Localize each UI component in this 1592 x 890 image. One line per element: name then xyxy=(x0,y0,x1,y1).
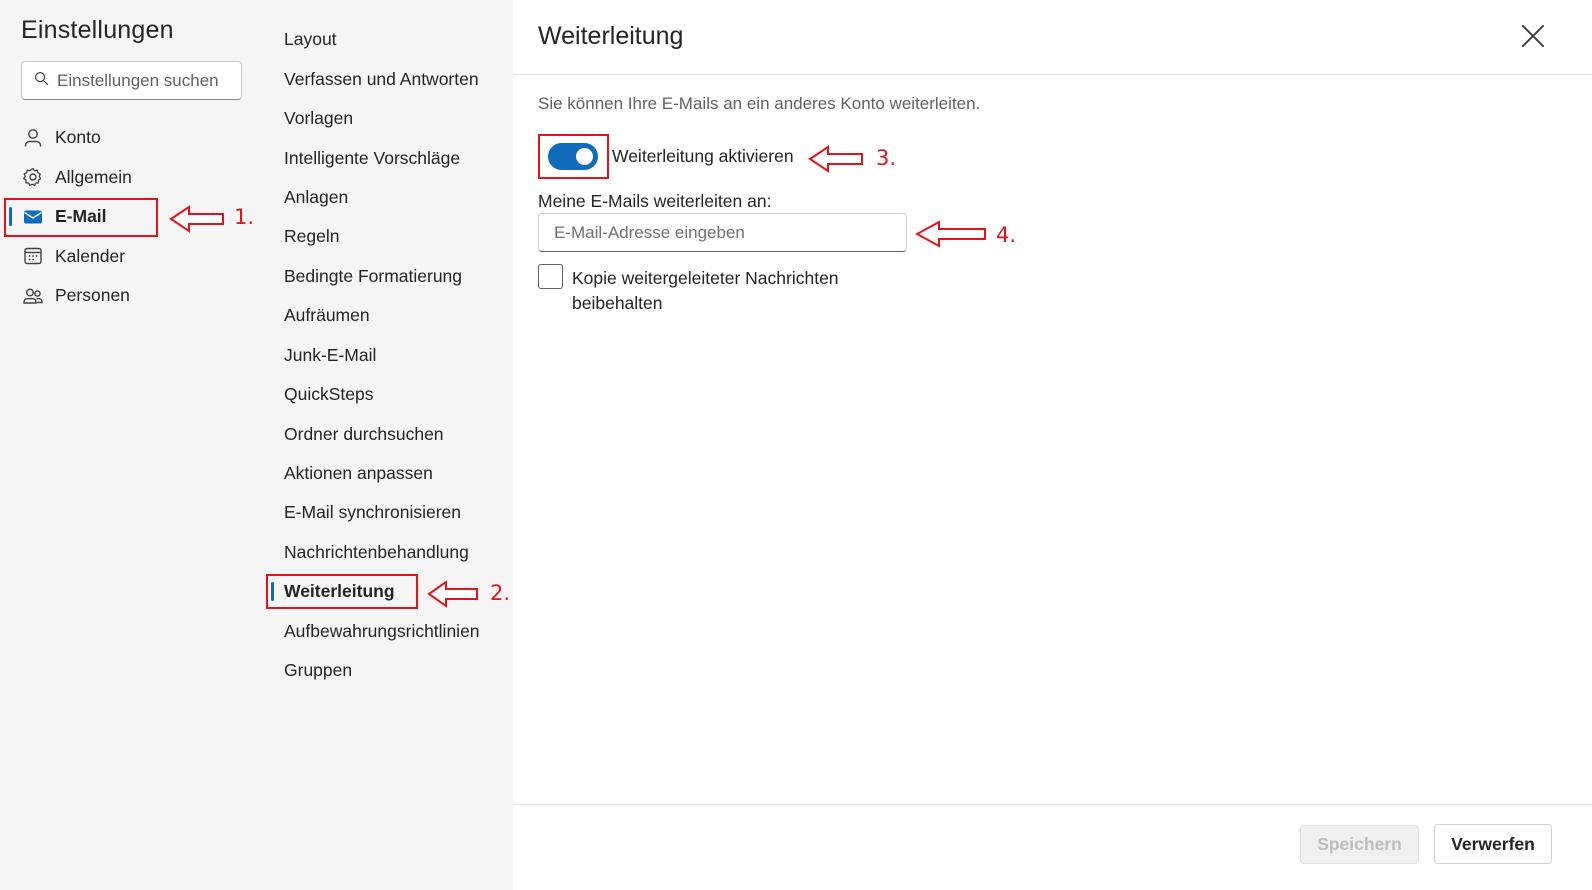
subnav-item-label: Aufräumen xyxy=(284,305,370,326)
gear-icon xyxy=(22,166,44,188)
subnav-item-sync-email[interactable]: E-Mail synchronisieren xyxy=(267,493,513,532)
toggle-knob xyxy=(576,148,593,165)
subnav-item-label: Layout xyxy=(284,29,337,50)
sidebar-item-konto[interactable]: Konto xyxy=(0,118,267,158)
subnav-item-layout[interactable]: Layout xyxy=(267,20,513,59)
sidebar-item-label: Konto xyxy=(55,127,101,148)
sidebar-item-label: Kalender xyxy=(55,245,126,266)
subnav-item-label: Aktionen anpassen xyxy=(284,463,433,484)
subnav-item-label: Gruppen xyxy=(284,660,353,681)
subnav-item-label: Junk-E-Mail xyxy=(284,344,377,365)
subnav-item-label: Verfassen und Antworten xyxy=(284,68,479,89)
selection-indicator xyxy=(9,207,12,226)
subnav-item-label: Vorlagen xyxy=(284,108,354,129)
keep-copy-label: Kopie weitergeleiteter Nachrichten beibe… xyxy=(572,268,839,313)
subnav-item-rules[interactable]: Regeln xyxy=(267,217,513,256)
close-icon xyxy=(1519,25,1547,54)
sidebar-item-personen[interactable]: Personen xyxy=(0,276,267,316)
subnav-item-label: Weiterleitung xyxy=(284,581,395,602)
sidebar-item-kalender[interactable]: Kalender xyxy=(0,237,267,277)
save-button[interactable]: Speichern xyxy=(1300,825,1419,864)
page-title: Weiterleitung xyxy=(538,22,684,50)
enable-forwarding-label: Weiterleitung aktivieren xyxy=(612,146,794,166)
subnav-item-label: Ordner durchsuchen xyxy=(284,423,444,444)
subnav-item-conditional-formatting[interactable]: Bedingte Formatierung xyxy=(267,257,513,296)
mail-settings-subnav: Layout Verfassen und Antworten Vorlagen … xyxy=(267,0,513,890)
subnav-item-customize-actions[interactable]: Aktionen anpassen xyxy=(267,454,513,493)
subnav-item-message-handling[interactable]: Nachrichtenbehandlung xyxy=(267,533,513,572)
sidebar-item-email[interactable]: E-Mail xyxy=(0,197,267,237)
subnav-item-label: Bedingte Formatierung xyxy=(284,265,463,286)
subnav-item-search-folders[interactable]: Ordner durchsuchen xyxy=(267,414,513,453)
close-button[interactable] xyxy=(1519,22,1547,50)
subnav-item-label: Aufbewahrungsrichtlinien xyxy=(284,620,480,641)
discard-button[interactable]: Verwerfen xyxy=(1434,824,1552,864)
forwarding-settings-panel: Weiterleitung Sie können Ihre E-Mails an… xyxy=(513,0,1592,890)
subnav-item-smart-suggestions[interactable]: Intelligente Vorschläge xyxy=(267,138,513,177)
subnav-item-label: QuickSteps xyxy=(284,384,374,405)
enable-forwarding-toggle[interactable] xyxy=(548,143,598,170)
header-divider xyxy=(513,74,1592,75)
subnav-item-attachments[interactable]: Anlagen xyxy=(267,178,513,217)
mail-icon xyxy=(22,206,44,228)
settings-search-box[interactable] xyxy=(21,61,242,100)
subnav-item-label: Anlagen xyxy=(284,186,349,207)
subnav-item-sweep[interactable]: Aufräumen xyxy=(267,296,513,335)
subnav-item-compose-reply[interactable]: Verfassen und Antworten xyxy=(267,59,513,98)
subnav-item-label: Nachrichtenbehandlung xyxy=(284,541,469,562)
forwarding-description: Sie können Ihre E-Mails an ein anderes K… xyxy=(538,94,981,113)
sidebar-item-label: Personen xyxy=(55,285,130,306)
subnav-item-quicksteps[interactable]: QuickSteps xyxy=(267,375,513,414)
sidebar-item-allgemein[interactable]: Allgemein xyxy=(0,158,267,198)
subnav-item-templates[interactable]: Vorlagen xyxy=(267,99,513,138)
forward-email-input[interactable] xyxy=(538,213,907,252)
sidebar-item-label: E-Mail xyxy=(55,206,107,227)
subnav-item-junk-email[interactable]: Junk-E-Mail xyxy=(267,336,513,375)
settings-title: Einstellungen xyxy=(21,16,174,44)
settings-category-list: Konto Allgemein E-Mail Kalender Personen xyxy=(0,118,267,316)
subnav-item-label: E-Mail synchronisieren xyxy=(284,502,462,523)
selection-indicator xyxy=(271,582,274,602)
keep-copy-checkbox[interactable] xyxy=(538,264,563,289)
person-icon xyxy=(22,127,44,149)
subnav-item-label: Intelligente Vorschläge xyxy=(284,147,461,168)
people-icon xyxy=(22,285,44,307)
subnav-item-forwarding[interactable]: Weiterleitung xyxy=(267,572,513,611)
subnav-item-retention-policies[interactable]: Aufbewahrungsrichtlinien xyxy=(267,612,513,651)
settings-sidebar: Einstellungen Konto Allgemein E-Mail xyxy=(0,0,267,890)
subnav-item-groups[interactable]: Gruppen xyxy=(267,651,513,690)
subnav-item-label: Regeln xyxy=(284,226,340,247)
calendar-icon xyxy=(22,245,44,267)
footer-divider xyxy=(513,804,1592,805)
search-icon xyxy=(34,71,49,91)
settings-search-input[interactable] xyxy=(57,70,237,91)
forward-to-label: Meine E-Mails weiterleiten an: xyxy=(538,191,772,211)
sidebar-item-label: Allgemein xyxy=(55,166,132,187)
